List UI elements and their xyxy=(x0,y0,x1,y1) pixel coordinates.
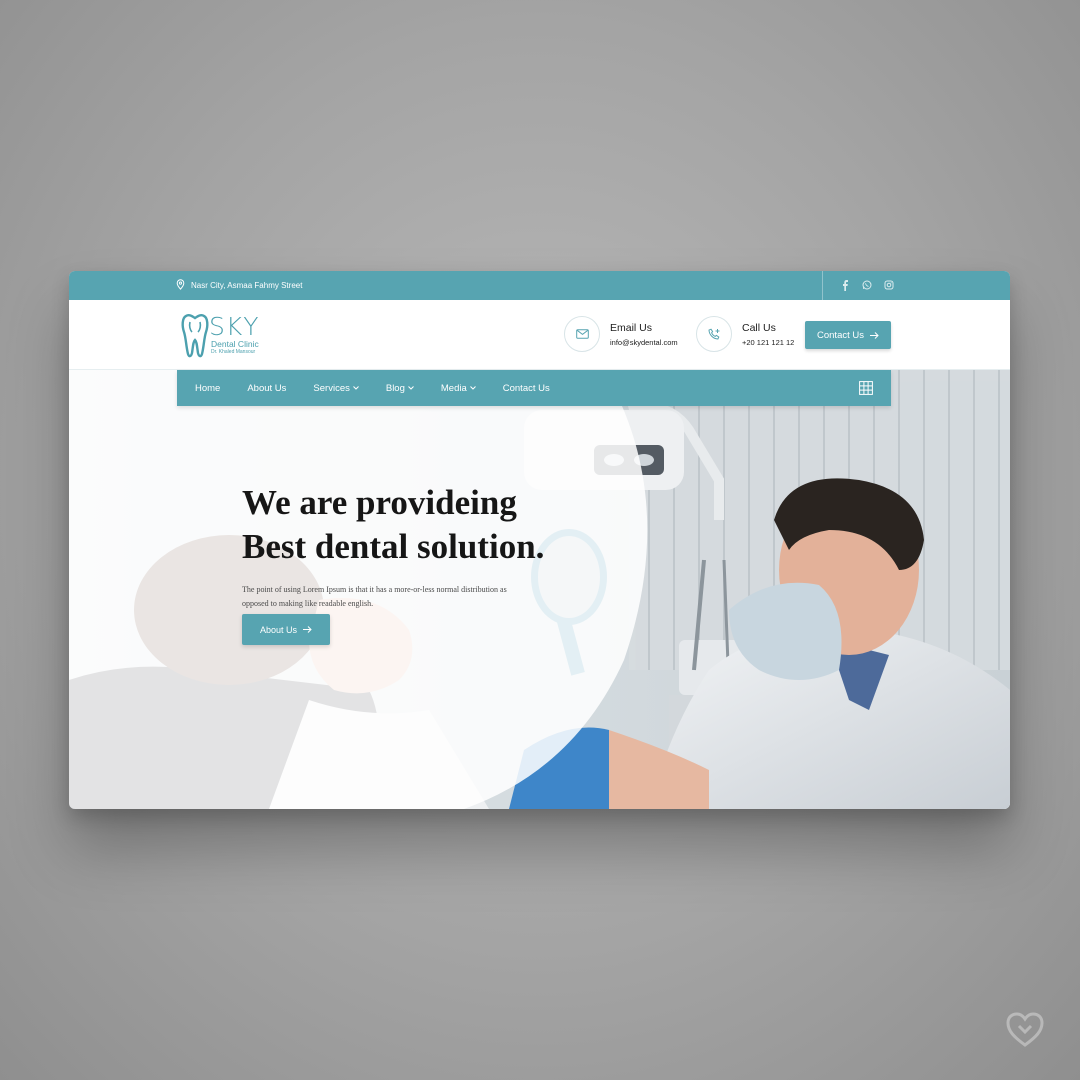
heart-watermark-icon xyxy=(1006,1012,1044,1047)
nav-item-home[interactable]: Home xyxy=(195,383,220,394)
nav-item-blog[interactable]: Blog xyxy=(386,383,414,394)
hero-title-line1: We are provideing xyxy=(242,483,517,522)
nav-label: About Us xyxy=(247,382,287,394)
whatsapp-icon[interactable] xyxy=(861,278,873,292)
location-pin-icon xyxy=(176,279,185,292)
nav-label: Blog xyxy=(385,382,405,394)
envelope-icon xyxy=(575,329,589,339)
social-links xyxy=(839,278,895,292)
address-text: Nasr City, Asmaa Fahmy Street xyxy=(191,281,303,290)
chevron-down-icon xyxy=(408,386,414,390)
call-info[interactable]: Call Us +20 121 121 12 xyxy=(696,316,794,352)
nav-item-services[interactable]: Services xyxy=(313,382,359,394)
contact-us-label: Contact Us xyxy=(817,329,864,341)
chevron-down-icon xyxy=(469,386,476,390)
facebook-icon[interactable] xyxy=(839,278,851,292)
logo-brand: SKY xyxy=(209,312,260,341)
main-nav: Home About Us Services Blog Media Contac… xyxy=(177,370,891,406)
nav-label: Media xyxy=(440,382,467,394)
hero-description: The point of using Lorem Ipsum is that i… xyxy=(242,585,507,608)
nav-item-media[interactable]: Media xyxy=(441,383,476,394)
tooth-logo-icon xyxy=(181,313,209,358)
arrow-right-icon xyxy=(870,331,879,339)
contact-us-button[interactable]: Contact Us xyxy=(805,321,891,349)
nav-item-contact[interactable]: Contact Us xyxy=(503,383,550,394)
grid-menu-icon[interactable] xyxy=(859,381,873,395)
hero-title-line2: Best dental solution. xyxy=(242,527,545,566)
about-us-label: About Us xyxy=(259,624,298,635)
site-header: SKY Dental Clinic Dr. Khaled Mansour Ema… xyxy=(69,300,1010,370)
arrow-right-icon xyxy=(303,626,312,633)
nav-item-about[interactable]: About Us xyxy=(247,383,286,394)
email-title: Email Us xyxy=(610,321,653,334)
nav-label: Services xyxy=(313,382,350,394)
nav-label: Home xyxy=(195,382,221,394)
email-value: info@skydental.com xyxy=(610,337,678,347)
topbar-divider xyxy=(822,271,823,300)
call-icon-circle xyxy=(696,316,732,352)
logo-subtitle: Dental Clinic xyxy=(211,339,259,349)
top-bar: Nasr City, Asmaa Fahmy Street xyxy=(69,271,1010,300)
email-icon-circle xyxy=(564,316,600,352)
instagram-icon[interactable] xyxy=(883,278,895,292)
call-title: Call Us xyxy=(742,321,776,334)
logo[interactable]: SKY Dental Clinic Dr. Khaled Mansour xyxy=(181,312,263,358)
call-value: +20 121 121 12 xyxy=(742,337,795,347)
phone-icon xyxy=(707,328,719,340)
logo-doctor: Dr. Khaled Mansour xyxy=(211,349,256,355)
address: Nasr City, Asmaa Fahmy Street xyxy=(176,279,302,292)
hero-content: We are provideing Best dental solution. … xyxy=(242,481,544,611)
hero-title: We are provideing Best dental solution. xyxy=(242,481,544,569)
about-us-button[interactable]: About Us xyxy=(242,614,330,645)
chevron-down-icon xyxy=(353,386,359,390)
nav-label: Contact Us xyxy=(502,382,550,394)
website-mockup: Nasr City, Asmaa Fahmy Street SKY Dental… xyxy=(69,271,1010,809)
email-info[interactable]: Email Us info@skydental.com xyxy=(564,316,678,352)
